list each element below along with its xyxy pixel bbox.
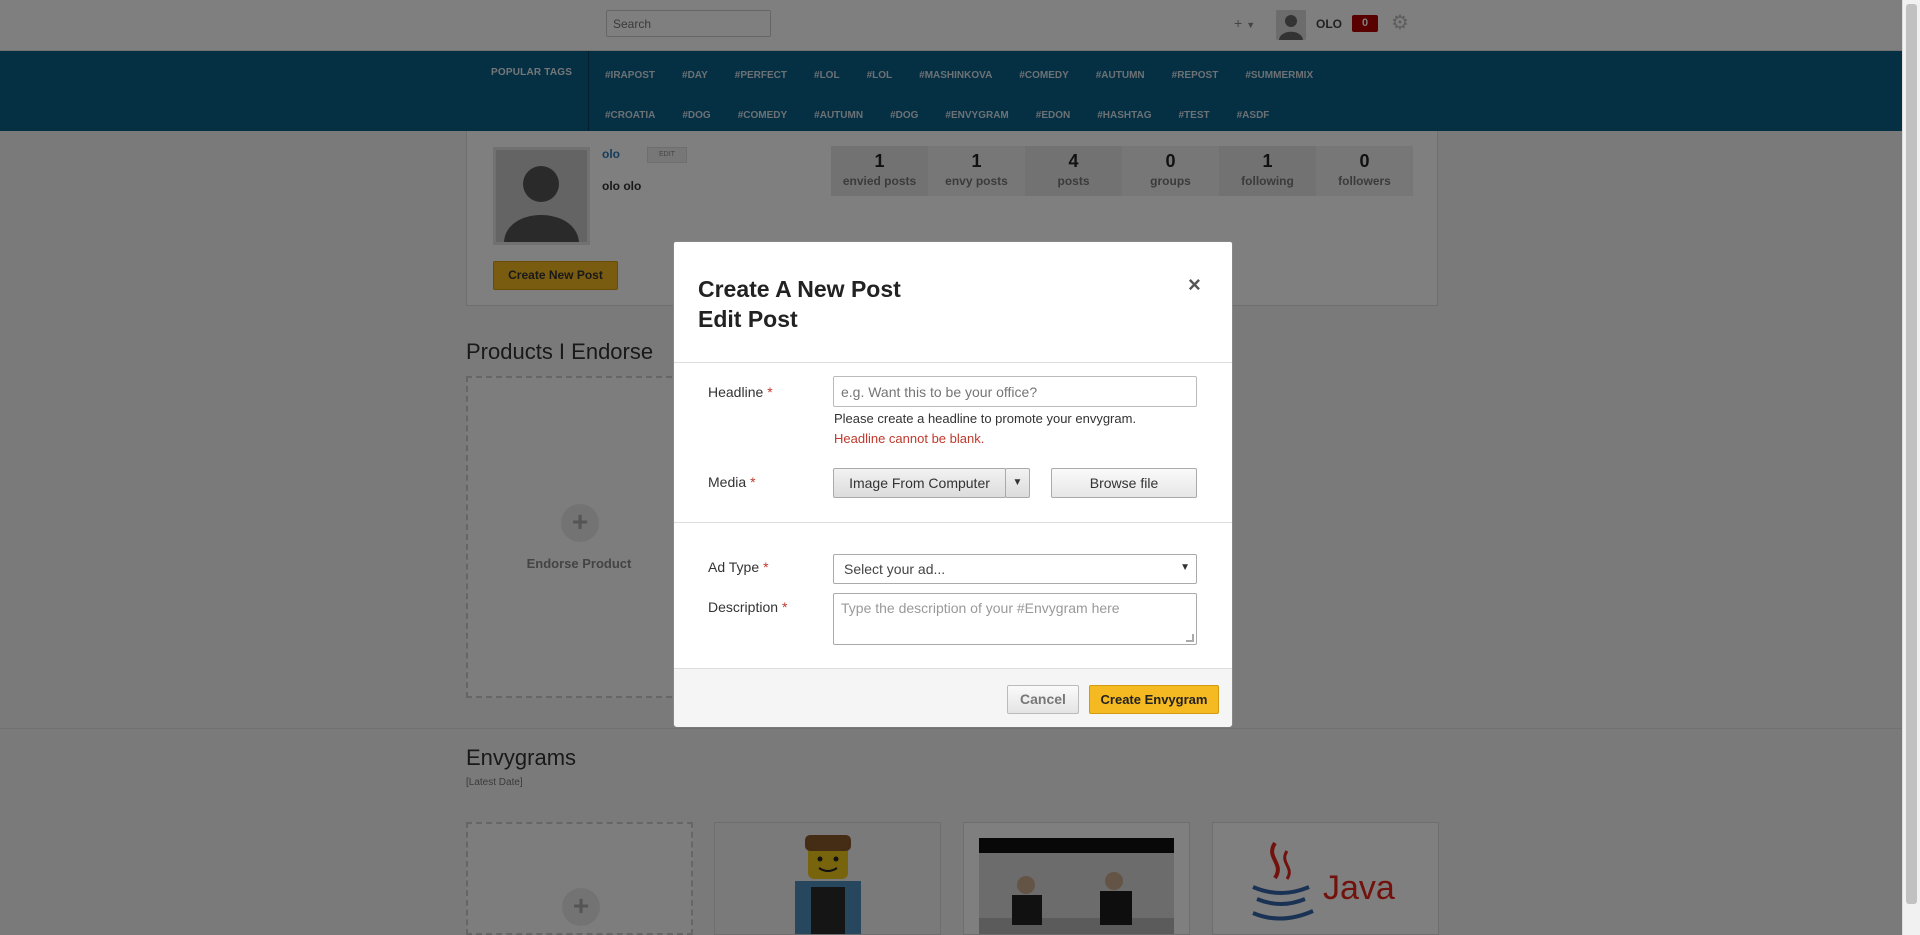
- close-icon[interactable]: ×: [1188, 272, 1201, 298]
- scrollbar-thumb[interactable]: [1906, 4, 1917, 904]
- browse-file-button[interactable]: Browse file: [1051, 468, 1197, 498]
- ad-type-label: Ad Type *: [708, 559, 769, 575]
- headline-help-text: Please create a headline to promote your…: [834, 411, 1137, 426]
- media-source-dropdown-toggle[interactable]: ▼: [1005, 468, 1030, 498]
- modal-title-create: Create A New Post: [698, 276, 901, 302]
- caret-down-icon: ▼: [1012, 477, 1023, 488]
- media-source-button[interactable]: Image From Computer: [833, 468, 1006, 498]
- modal-title: Create A New Post Edit Post: [698, 274, 901, 334]
- required-mark: *: [763, 559, 769, 575]
- media-label-text: Media: [708, 474, 747, 490]
- description-textarea[interactable]: Type the description of your #Envygram h…: [833, 593, 1197, 645]
- description-placeholder: Type the description of your #Envygram h…: [841, 600, 1120, 616]
- resize-handle-icon[interactable]: [1186, 634, 1194, 642]
- headline-label-text: Headline: [708, 384, 764, 400]
- create-envygram-button[interactable]: Create Envygram: [1089, 685, 1219, 714]
- headline-label: Headline *: [708, 384, 773, 400]
- caret-down-icon: ▼: [1180, 562, 1190, 573]
- ad-type-select[interactable]: Select your ad... ▼: [833, 554, 1197, 584]
- ad-type-selected-value: Select your ad...: [844, 561, 946, 577]
- description-label-text: Description: [708, 599, 779, 615]
- cancel-button[interactable]: Cancel: [1007, 685, 1079, 714]
- description-label: Description *: [708, 599, 787, 615]
- media-label: Media *: [708, 474, 756, 490]
- divider: [674, 522, 1232, 523]
- required-mark: *: [767, 384, 773, 400]
- required-mark: *: [750, 474, 756, 490]
- modal-title-edit: Edit Post: [698, 306, 798, 332]
- required-mark: *: [782, 599, 788, 615]
- divider: [674, 362, 1232, 363]
- headline-input[interactable]: [833, 376, 1197, 407]
- scrollbar[interactable]: [1902, 0, 1920, 935]
- modal-footer: Cancel Create Envygram: [674, 668, 1232, 727]
- ad-type-label-text: Ad Type: [708, 559, 760, 575]
- headline-error-text: Headline cannot be blank.: [834, 431, 985, 446]
- create-post-modal: Create A New Post Edit Post × Headline * …: [673, 241, 1233, 727]
